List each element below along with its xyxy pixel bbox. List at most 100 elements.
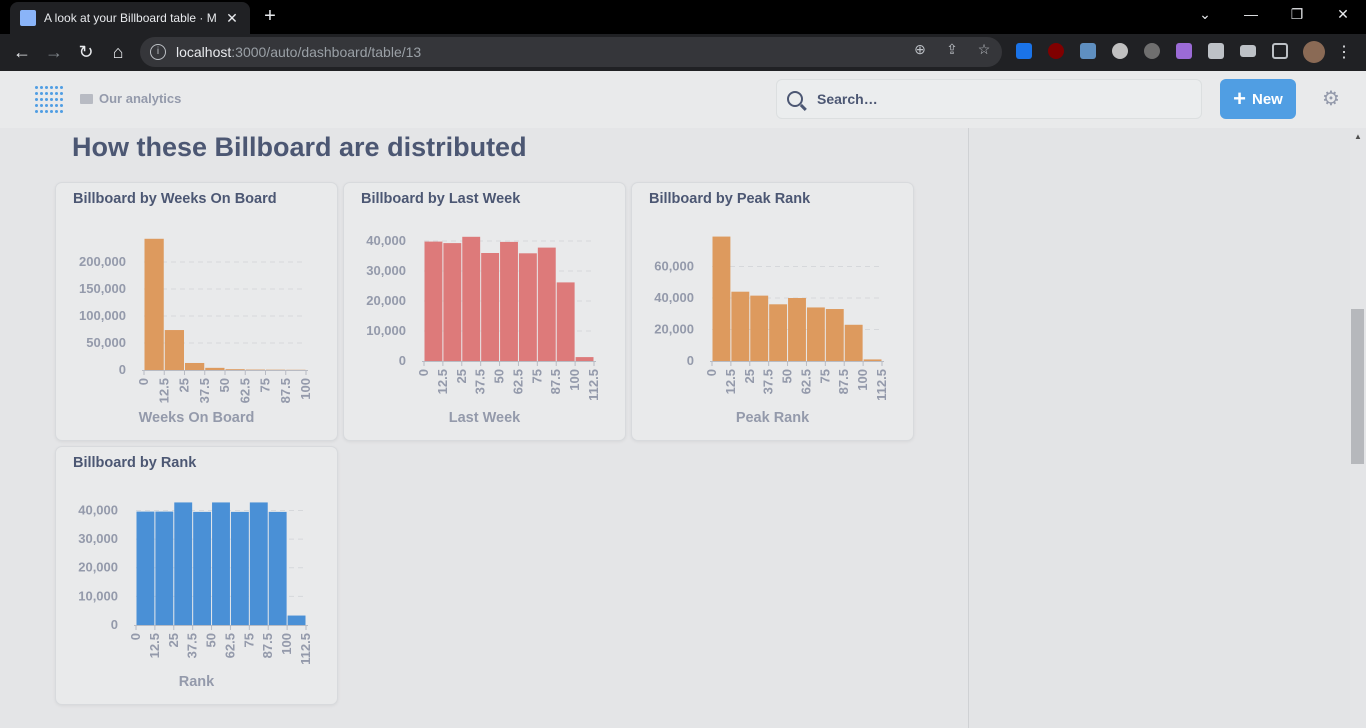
- x-tick-label: 87.5: [836, 369, 851, 394]
- profile-avatar[interactable]: [1303, 41, 1325, 63]
- histogram-bar: [185, 362, 205, 370]
- scroll-up-arrow-icon[interactable]: ▲: [1350, 130, 1366, 144]
- histogram-bar: [788, 298, 806, 361]
- x-axis-label: Peak Rank: [735, 410, 810, 426]
- histogram-bar: [424, 241, 443, 361]
- media-queue-icon[interactable]: [1240, 45, 1256, 57]
- browser-toolbar: ← → ↻ ⌂ i localhost:3000/auto/dashboard/…: [0, 34, 1366, 71]
- settings-gear-icon[interactable]: ⚙: [1320, 88, 1342, 110]
- histogram-bar: [481, 253, 500, 361]
- x-tick-label: 50: [217, 378, 232, 392]
- y-tick-label: 0: [687, 353, 694, 368]
- side-panel-icon[interactable]: [1272, 43, 1288, 59]
- scrollbar-thumb[interactable]: [1351, 309, 1364, 464]
- y-tick-label: 100,000: [79, 308, 126, 323]
- search-bar[interactable]: [776, 79, 1202, 119]
- histogram-bar: [462, 236, 481, 361]
- x-tick-label: 112.5: [586, 369, 601, 401]
- x-tick-label: 100: [298, 378, 313, 400]
- tab-search-chevron-icon[interactable]: ⌄: [1195, 6, 1215, 23]
- histogram-bar: [537, 247, 556, 361]
- x-tick-label: 0: [704, 369, 719, 376]
- x-tick-label: 50: [204, 633, 219, 647]
- new-tab-button[interactable]: +: [260, 6, 280, 26]
- extensions-puzzle-icon[interactable]: [1208, 43, 1224, 59]
- x-tick-label: 112.5: [874, 369, 889, 401]
- histogram-peak-rank: 0 20,000 40,000 60,000 0 12.5 25 37.5 50 62.5 75 87…: [654, 236, 889, 401]
- extension-pen-icon[interactable]: [1080, 43, 1096, 59]
- histogram-bar: [230, 511, 249, 625]
- metabase-favicon-icon: [20, 10, 36, 26]
- y-tick-label: 0: [111, 617, 118, 632]
- page-title: How these Billboard are distributed: [72, 132, 527, 162]
- back-arrow-icon[interactable]: ←: [11, 41, 33, 63]
- extension-eyes-icon[interactable]: [1112, 43, 1128, 59]
- x-tick-label: 100: [855, 369, 870, 391]
- home-icon[interactable]: ⌂: [107, 41, 129, 63]
- y-tick-label: 40,000: [78, 502, 118, 517]
- site-info-icon[interactable]: i: [150, 44, 166, 60]
- close-window-icon[interactable]: ✕: [1333, 6, 1353, 23]
- histogram-bar: [731, 291, 750, 361]
- histogram-bar: [225, 369, 245, 370]
- x-tick-label: 25: [742, 369, 757, 383]
- right-sidebar: [969, 128, 1350, 728]
- zoom-icon[interactable]: ⊕: [912, 41, 928, 57]
- x-tick-label: 37.5: [197, 378, 212, 403]
- histogram-bar: [806, 307, 825, 361]
- extension-wifi-icon[interactable]: [1016, 43, 1032, 59]
- x-tick-label: 62.5: [222, 633, 237, 658]
- breadcrumb[interactable]: Our analytics: [80, 91, 181, 106]
- histogram-bar: [500, 241, 518, 361]
- x-tick-label: 37.5: [761, 369, 776, 394]
- extension-gear-icon[interactable]: [1144, 43, 1160, 59]
- histogram-bar: [268, 511, 287, 625]
- histogram-bar: [212, 502, 230, 625]
- minimize-window-icon[interactable]: —: [1241, 6, 1261, 22]
- histogram-bar: [144, 238, 164, 370]
- browser-tab[interactable]: A look at your Billboard table · M ✕: [10, 2, 250, 34]
- chart-card-weeks-on-board[interactable]: Billboard by Weeks On Board 0 50,000 100,0…: [55, 182, 338, 441]
- new-button[interactable]: + New: [1220, 79, 1296, 119]
- histogram-bar: [769, 304, 788, 361]
- x-tick-label: 12.5: [435, 369, 450, 394]
- browser-menu-icon[interactable]: ⋮: [1336, 42, 1352, 62]
- x-tick-label: 37.5: [185, 633, 200, 658]
- histogram-bar: [844, 324, 863, 361]
- histogram-bar: [287, 615, 306, 625]
- bookmark-star-icon[interactable]: ☆: [976, 41, 992, 57]
- y-tick-label: 50,000: [86, 335, 126, 350]
- x-tick-label: 50: [780, 369, 795, 383]
- x-tick-label: 12.5: [147, 633, 162, 658]
- x-tick-label: 75: [817, 369, 832, 383]
- histogram-rank: 0 10,000 20,000 30,000 40,000 0 12.5 25 37.5 50 62…: [78, 502, 313, 665]
- y-tick-label: 0: [119, 362, 126, 377]
- breadcrumb-collection[interactable]: Our analytics: [99, 91, 181, 106]
- y-tick-label: 20,000: [654, 322, 694, 337]
- histogram-bar: [863, 359, 882, 361]
- address-bar[interactable]: i localhost:3000/auto/dashboard/table/13: [140, 37, 1002, 67]
- x-tick-label: 0: [136, 378, 151, 385]
- ublock-icon[interactable]: [1048, 43, 1064, 59]
- new-button-label: New: [1252, 90, 1283, 108]
- extension-feather-icon[interactable]: [1176, 43, 1192, 59]
- y-tick-label: 20,000: [78, 560, 118, 575]
- reload-icon[interactable]: ↻: [75, 41, 97, 63]
- y-tick-label: 30,000: [78, 531, 118, 546]
- x-axis-label: Rank: [178, 674, 215, 690]
- search-input[interactable]: [817, 91, 1177, 107]
- forward-arrow-icon[interactable]: →: [43, 41, 65, 63]
- x-tick-label: 62.5: [798, 369, 813, 394]
- share-icon[interactable]: ⇪: [944, 41, 960, 57]
- tab-close-icon[interactable]: ✕: [224, 10, 240, 27]
- metabase-logo-icon[interactable]: [34, 85, 64, 115]
- y-tick-label: 0: [399, 353, 406, 368]
- restore-window-icon[interactable]: ❐: [1287, 6, 1307, 23]
- chart-card-rank[interactable]: Billboard by Rank 0 10,000 20,000 30,000 40,…: [55, 446, 338, 705]
- chart-card-last-week[interactable]: Billboard by Last Week 0 10,000 20,000 30,0…: [343, 182, 626, 441]
- y-tick-label: 150,000: [79, 281, 126, 296]
- chart-card-peak-rank[interactable]: Billboard by Peak Rank 0 20,000 40,000 60,0…: [631, 182, 914, 441]
- histogram-bar: [750, 295, 769, 361]
- histogram-bar: [443, 243, 462, 361]
- x-tick-label: 62.5: [510, 369, 525, 394]
